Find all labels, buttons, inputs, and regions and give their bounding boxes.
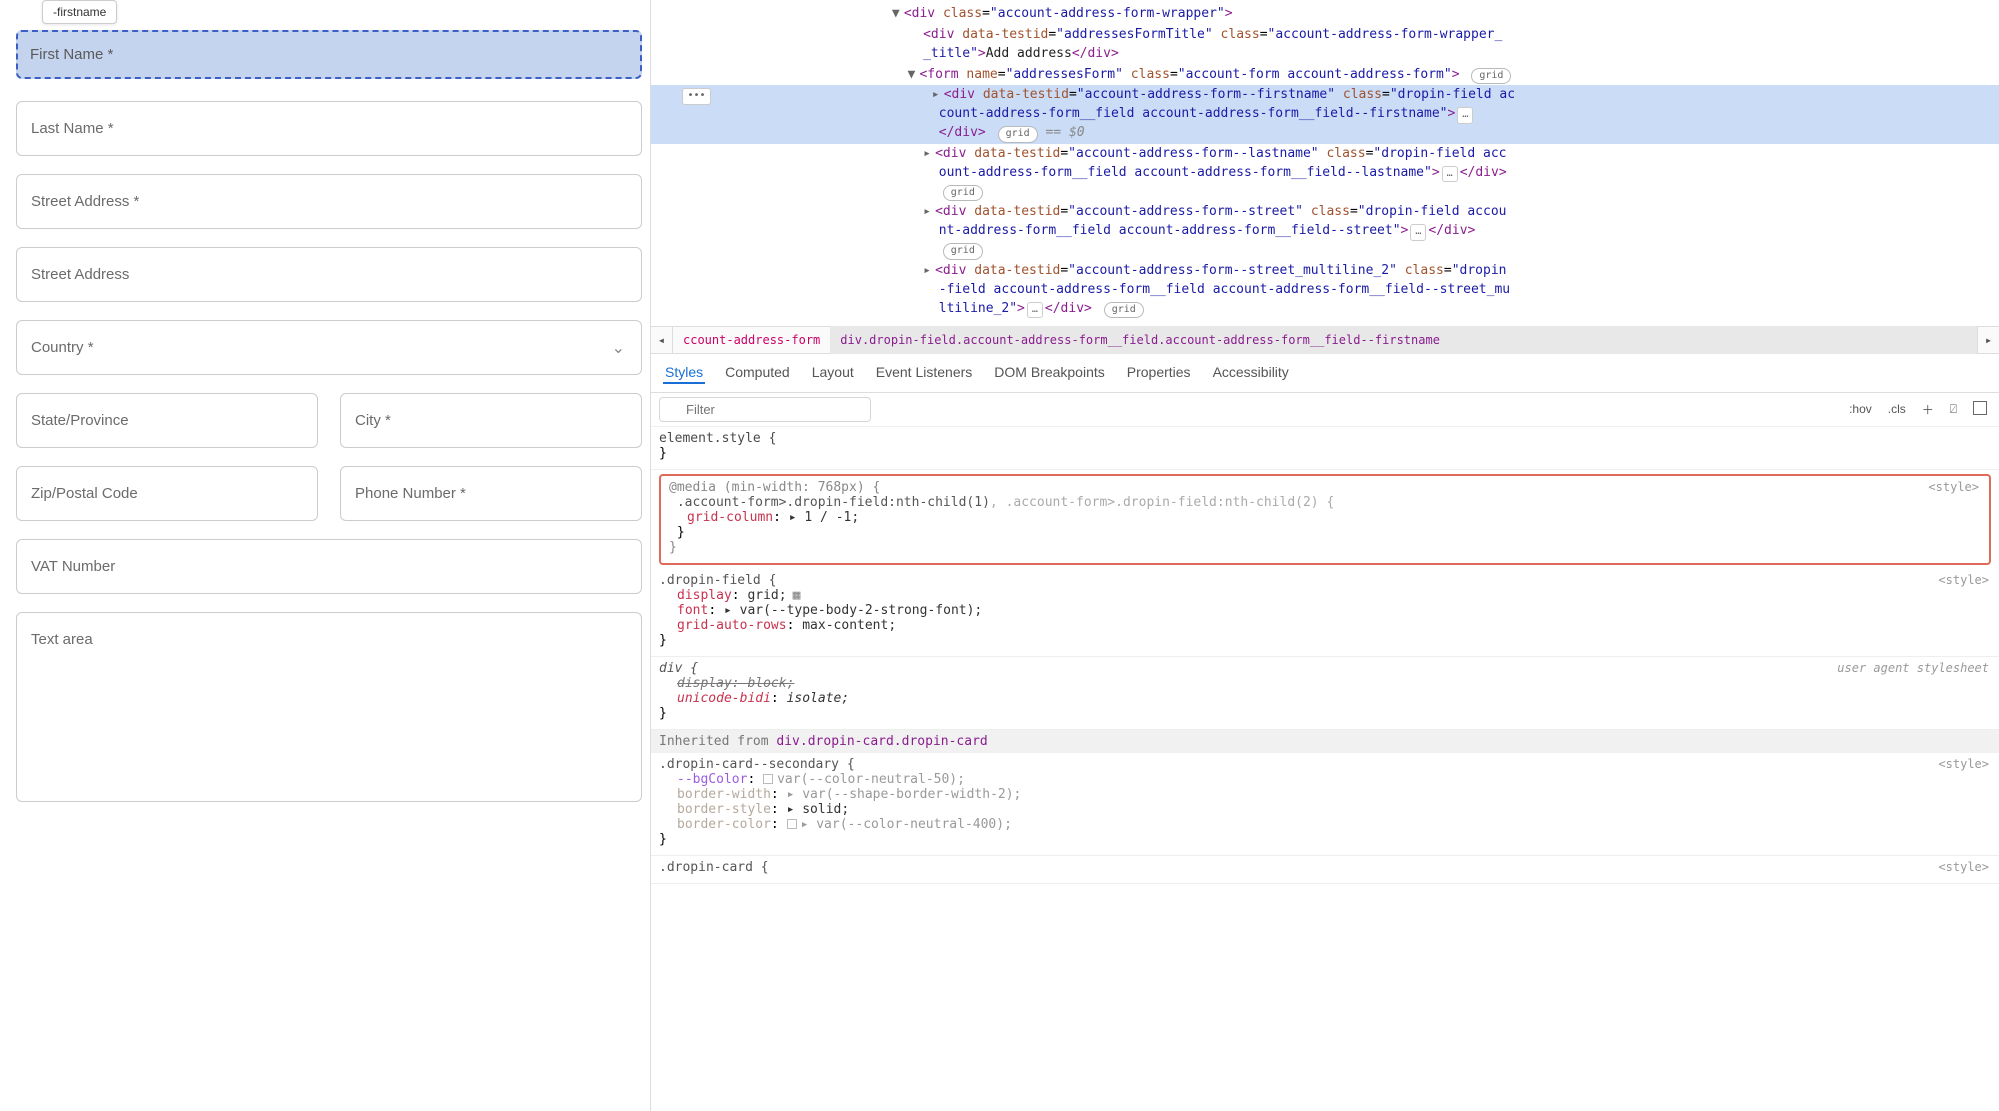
rule-source-ua: user agent stylesheet bbox=[1837, 661, 1989, 675]
phone-field[interactable]: Phone Number * bbox=[340, 466, 642, 521]
tab-event-listeners[interactable]: Event Listeners bbox=[874, 362, 975, 384]
grid-badge[interactable]: grid bbox=[943, 185, 983, 202]
ellipsis-icon[interactable]: ••• bbox=[682, 88, 710, 105]
breadcrumb-item-active[interactable]: div.dropin-field.account-address-form__f… bbox=[830, 326, 1977, 354]
inspector-tooltip: -firstname bbox=[42, 0, 117, 24]
grid-badge[interactable]: grid bbox=[1471, 68, 1511, 85]
styles-tabs: Styles Computed Layout Event Listeners D… bbox=[651, 354, 1999, 393]
grid-badge[interactable]: grid bbox=[998, 126, 1038, 143]
rule-source-link[interactable]: <style> bbox=[1938, 573, 1989, 587]
textarea-field[interactable]: Text area bbox=[16, 612, 642, 802]
first-name-field[interactable]: First Name * bbox=[16, 30, 642, 79]
state-field[interactable]: State/Province bbox=[16, 393, 318, 448]
chevron-down-icon: ⌄ bbox=[612, 338, 625, 358]
street-address-2-field[interactable]: Street Address bbox=[16, 247, 642, 302]
rule-source-link[interactable]: <style> bbox=[1928, 480, 1979, 494]
styles-panel[interactable]: element.style { } <style> @media (min-wi… bbox=[651, 427, 1999, 1111]
rule-source-link[interactable]: <style> bbox=[1938, 757, 1989, 771]
new-style-rule-button[interactable]: ＋ bbox=[1918, 399, 1938, 420]
styles-filter-input[interactable] bbox=[659, 397, 871, 422]
vat-field[interactable]: VAT Number bbox=[16, 539, 642, 594]
breadcrumb-prev-button[interactable]: ◂ bbox=[651, 326, 673, 354]
country-label: Country * bbox=[31, 339, 94, 356]
tab-dom-breakpoints[interactable]: DOM Breakpoints bbox=[992, 362, 1106, 384]
dom-node[interactable]: ▸<div data-testid="account-address-form-… bbox=[651, 202, 1999, 261]
country-select[interactable]: Country * ⌄ bbox=[16, 320, 642, 375]
breadcrumb: ◂ ccount-address-form div.dropin-field.a… bbox=[651, 326, 1999, 354]
rule-dropin-card[interactable]: <style> .dropin-card { bbox=[651, 856, 1999, 884]
tab-accessibility[interactable]: Accessibility bbox=[1211, 362, 1291, 384]
devtools-pane: ▼<div class="account-address-form-wrappe… bbox=[650, 0, 1999, 1111]
dom-node[interactable]: ▼<form name="addressesForm" class="accou… bbox=[651, 65, 1999, 86]
breadcrumb-next-button[interactable]: ▸ bbox=[1977, 326, 1999, 354]
rule-div-ua[interactable]: user agent stylesheet div { display: blo… bbox=[651, 657, 1999, 730]
panel-toggle-icon[interactable] bbox=[1969, 399, 1991, 420]
styles-filter-bar: ▾ :hov .cls ＋ ⍁ bbox=[651, 393, 1999, 427]
color-swatch-icon[interactable] bbox=[787, 819, 797, 829]
hov-button[interactable]: :hov bbox=[1845, 400, 1876, 418]
dom-node[interactable]: ▸<div data-testid="account-address-form-… bbox=[651, 144, 1999, 203]
grid-editor-icon[interactable]: ▦ bbox=[793, 588, 801, 603]
last-name-field[interactable]: Last Name * bbox=[16, 101, 642, 156]
breadcrumb-item[interactable]: ccount-address-form bbox=[673, 326, 830, 354]
form-preview-pane: -firstname First Name * Last Name * Stre… bbox=[0, 0, 650, 1111]
grid-badge[interactable]: grid bbox=[943, 243, 983, 260]
dom-node[interactable]: ▸<div data-testid="account-address-form-… bbox=[651, 261, 1999, 320]
inherited-from-row: Inherited from div.dropin-card.dropin-ca… bbox=[651, 730, 1999, 753]
zip-field[interactable]: Zip/Postal Code bbox=[16, 466, 318, 521]
tab-properties[interactable]: Properties bbox=[1125, 362, 1193, 384]
elements-tree[interactable]: ▼<div class="account-address-form-wrappe… bbox=[651, 0, 1999, 326]
rule-dropin-field[interactable]: <style> .dropin-field { display: grid;▦ … bbox=[651, 569, 1999, 657]
tab-styles[interactable]: Styles bbox=[663, 362, 705, 384]
city-field[interactable]: City * bbox=[340, 393, 642, 448]
tab-computed[interactable]: Computed bbox=[723, 362, 792, 384]
dom-node[interactable]: <div data-testid="addressesFormTitle" cl… bbox=[651, 25, 1999, 65]
rule-element-style[interactable]: element.style { } bbox=[651, 427, 1999, 470]
cls-button[interactable]: .cls bbox=[1884, 400, 1910, 418]
computed-sidebar-icon[interactable]: ⍁ bbox=[1946, 400, 1961, 419]
grid-badge[interactable]: grid bbox=[1104, 302, 1144, 319]
rule-media-highlighted[interactable]: <style> @media (min-width: 768px) { .acc… bbox=[659, 474, 1991, 565]
color-swatch-icon[interactable] bbox=[763, 774, 773, 784]
rule-dropin-card-secondary[interactable]: <style> .dropin-card--secondary { --bgCo… bbox=[651, 753, 1999, 856]
rule-source-link[interactable]: <style> bbox=[1938, 860, 1989, 874]
street-address-1-field[interactable]: Street Address * bbox=[16, 174, 642, 229]
dom-node[interactable]: ▼<div class="account-address-form-wrappe… bbox=[651, 4, 1999, 25]
dom-node-selected[interactable]: ••• ▸<div data-testid="account-address-f… bbox=[651, 85, 1999, 144]
tab-layout[interactable]: Layout bbox=[810, 362, 856, 384]
